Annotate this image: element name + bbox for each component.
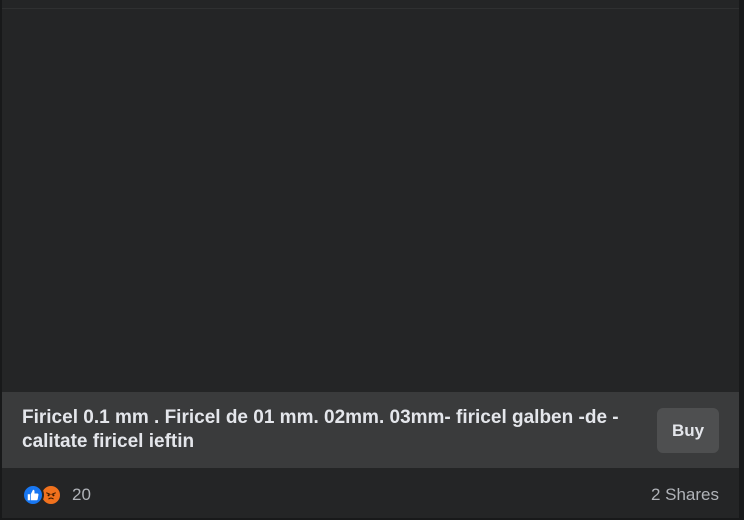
shares-count[interactable]: 2 Shares (651, 485, 719, 505)
reaction-count[interactable]: 20 (72, 485, 91, 505)
buy-button[interactable]: Buy (657, 408, 719, 453)
product-bar[interactable]: Firicel 0.1 mm . Firicel de 01 mm. 02mm.… (2, 392, 739, 468)
reactions-summary[interactable]: 20 (22, 484, 91, 506)
post-card: Firicel 0.1 mm . Firicel de 01 mm. 02mm.… (2, 0, 739, 518)
post-media[interactable] (2, 9, 739, 392)
top-divider (2, 0, 739, 9)
product-title[interactable]: Firicel 0.1 mm . Firicel de 01 mm. 02mm.… (22, 406, 622, 454)
post-footer: 20 2 Shares (2, 468, 739, 518)
like-icon (22, 484, 44, 506)
